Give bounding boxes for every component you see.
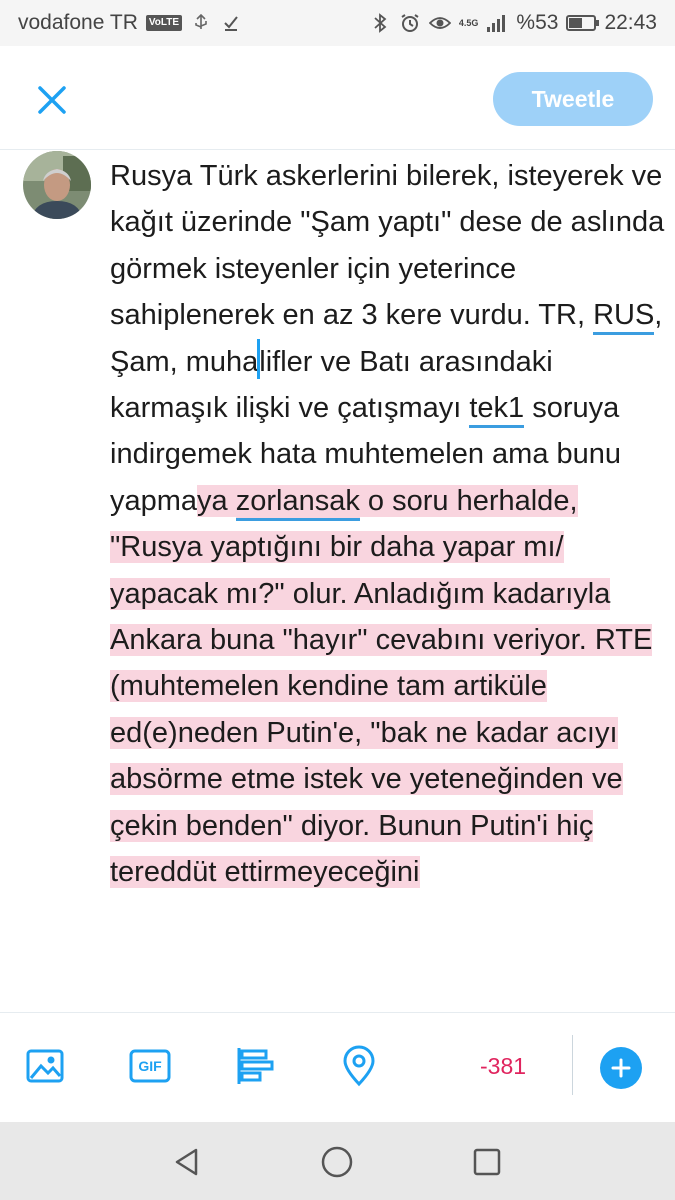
signal-icon	[486, 12, 508, 34]
home-button[interactable]	[317, 1142, 357, 1182]
status-left: vodafone TR VoLTE	[18, 11, 242, 35]
compose-toolbar: GIF -381	[0, 1012, 675, 1122]
tweet-text-input[interactable]: Rusya Türk askerlerini bilerek, isteyere…	[110, 153, 665, 896]
volte-badge: VoLTE	[145, 15, 183, 31]
carrier-name: vodafone TR	[18, 11, 138, 34]
tweet-text-segment: Rusya Türk askerlerini bilerek, isteyere…	[110, 160, 665, 332]
status-right: 4.5G %53 22:43	[369, 11, 657, 35]
battery-icon	[566, 15, 600, 31]
image-icon[interactable]	[22, 1043, 68, 1089]
character-count: -381	[480, 1053, 527, 1079]
home-circle-icon	[321, 1146, 353, 1178]
compose-header: Tweetle	[0, 46, 675, 150]
back-button[interactable]	[167, 1142, 207, 1182]
bluetooth-icon	[369, 12, 391, 34]
close-button[interactable]	[28, 76, 76, 124]
network-type: 4.5G	[458, 18, 479, 28]
plus-icon	[611, 1058, 631, 1078]
recents-button[interactable]	[467, 1142, 507, 1182]
gif-icon[interactable]: GIF	[127, 1043, 173, 1089]
tweet-button[interactable]: Tweetle	[493, 72, 653, 126]
battery-fill	[569, 18, 583, 28]
usb-icon	[190, 12, 212, 34]
close-icon	[38, 86, 66, 114]
status-bar: vodafone TR VoLTE 4.5G %53 22:43	[0, 0, 675, 46]
tweet-text-segment: tek1	[469, 392, 525, 429]
compose-area: Rusya Türk askerlerini bilerek, isteyere…	[0, 151, 675, 1011]
avatar	[23, 151, 91, 219]
location-icon[interactable]	[336, 1043, 382, 1089]
tweet-text-segment: o soru herhalde, "Rusya yaptığını bir da…	[110, 484, 653, 889]
recents-square-icon	[473, 1148, 501, 1176]
toolbar-divider	[572, 1035, 573, 1095]
alarm-icon	[399, 12, 421, 34]
poll-icon[interactable]	[232, 1043, 278, 1089]
eye-icon	[428, 12, 451, 34]
navigation-bar	[0, 1122, 675, 1200]
tweet-text-segment: RUS	[593, 299, 655, 336]
add-tweet-button[interactable]	[600, 1047, 642, 1089]
tweet-text-segment: zorlansak	[235, 484, 360, 521]
battery-percent: %53	[516, 11, 559, 34]
back-triangle-icon	[175, 1148, 198, 1176]
tweet-text-segment: ya	[197, 484, 236, 517]
download-check-icon	[220, 12, 242, 34]
clock: 22:43	[604, 11, 657, 34]
gif-label: GIF	[138, 1058, 162, 1074]
